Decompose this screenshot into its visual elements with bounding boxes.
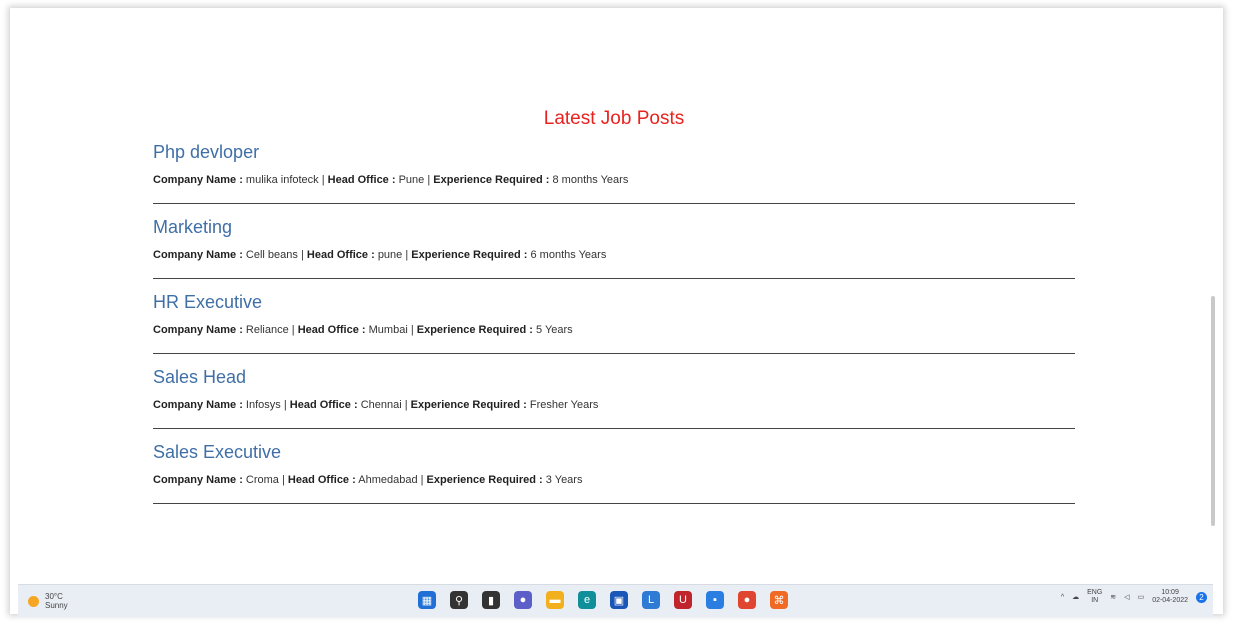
job-meta: Company Name : mulika infoteck | Head Of…: [153, 174, 629, 186]
weather-widget[interactable]: 30°C Sunny: [28, 592, 148, 610]
experience-required: 3 Years: [545, 474, 583, 486]
mcafee-icon[interactable]: U: [674, 591, 692, 609]
company-label: Company Name :: [153, 399, 243, 411]
job-title-link[interactable]: Marketing: [153, 217, 1075, 238]
clock-date: 02-04-2022: [1152, 597, 1188, 604]
search-icon[interactable]: ⚲: [450, 591, 468, 609]
experience-required: 5 Years: [535, 324, 573, 336]
head-office: pune: [377, 249, 403, 261]
job-title-link[interactable]: HR Executive: [153, 292, 1075, 313]
app-l-icon[interactable]: L: [642, 591, 660, 609]
job-post: Php devloper Company Name : mulika infot…: [153, 136, 1075, 204]
experience-required: 8 months Years: [552, 174, 629, 186]
app-blue-icon[interactable]: ▪: [706, 591, 724, 609]
head-office: Mumbai: [368, 324, 408, 336]
battery-icon[interactable]: ▭: [1138, 593, 1145, 601]
experience-label: Experience Required :: [410, 399, 527, 411]
job-meta: Company Name : Reliance | Head Office : …: [153, 324, 573, 336]
company-name: Reliance: [245, 324, 289, 336]
office-label: Head Office :: [297, 324, 366, 336]
job-post: Sales Executive Company Name : Croma | H…: [153, 436, 1075, 504]
experience-required: 6 months Years: [530, 249, 607, 261]
notification-icon[interactable]: 2: [1196, 591, 1207, 603]
head-office: Chennai: [360, 399, 402, 411]
job-post: Sales Head Company Name : Infosys | Head…: [153, 361, 1075, 429]
job-post: HR Executive Company Name : Reliance | H…: [153, 286, 1075, 354]
edge-icon[interactable]: e: [578, 591, 596, 609]
language-indicator[interactable]: ENG IN: [1087, 589, 1102, 605]
file-explorer-icon[interactable]: ▬: [546, 591, 564, 609]
xampp-icon[interactable]: ⌘: [770, 591, 788, 609]
head-office: Pune: [398, 174, 425, 186]
office-label: Head Office :: [306, 249, 375, 261]
job-title-link[interactable]: Sales Executive: [153, 442, 1075, 463]
job-title-link[interactable]: Sales Head: [153, 367, 1075, 388]
company-label: Company Name :: [153, 174, 243, 186]
chrome-icon[interactable]: ●: [738, 591, 756, 609]
office-label: Head Office :: [289, 399, 358, 411]
store-icon[interactable]: ▣: [610, 591, 628, 609]
scrollbar[interactable]: [1211, 26, 1215, 582]
company-name: mulika infoteck: [245, 174, 319, 186]
taskbar-apps: ▦ ⚲ ▮ ● ▬ e ▣ L U ▪ ● ⌘: [418, 591, 788, 609]
job-meta: Company Name : Cell beans | Head Office …: [153, 249, 607, 261]
language-code: ENG: [1087, 589, 1103, 596]
company-name: Infosys: [245, 399, 281, 411]
company-label: Company Name :: [153, 474, 243, 486]
chat-icon[interactable]: ●: [514, 591, 532, 609]
sun-icon: [28, 595, 39, 607]
experience-label: Experience Required :: [416, 324, 533, 336]
clock-time: 10:09: [1161, 589, 1179, 596]
volume-icon[interactable]: ◁: [1124, 593, 1129, 601]
head-office: Ahmedabad: [358, 474, 418, 486]
chevron-up-icon[interactable]: ^: [1061, 594, 1064, 601]
experience-required: Fresher Years: [529, 399, 599, 411]
experience-label: Experience Required :: [411, 249, 528, 261]
company-label: Company Name :: [153, 324, 243, 336]
weather-desc: Sunny: [45, 601, 68, 610]
browser-page: Latest Job Posts Php devloper Company Na…: [10, 8, 1223, 614]
clock[interactable]: 10:09 02-04-2022: [1152, 589, 1188, 605]
job-meta: Company Name : Infosys | Head Office : C…: [153, 399, 599, 411]
job-posts-section: Latest Job Posts Php devloper Company Na…: [153, 108, 1075, 511]
taskbar: 30°C Sunny ▦ ⚲ ▮ ● ▬ e ▣ L U ▪ ● ⌘ ^ ☁ ENG IN ≋ ◁ ▭…: [18, 584, 1213, 617]
company-name: Cell beans: [245, 249, 298, 261]
company-name: Croma: [245, 474, 279, 486]
experience-label: Experience Required :: [433, 174, 550, 186]
office-label: Head Office :: [287, 474, 356, 486]
experience-label: Experience Required :: [426, 474, 543, 486]
job-list: Php devloper Company Name : mulika infot…: [153, 136, 1075, 504]
office-label: Head Office :: [327, 174, 396, 186]
job-meta: Company Name : Croma | Head Office : Ahm…: [153, 474, 583, 486]
company-label: Company Name :: [153, 249, 243, 261]
region-code: IN: [1091, 597, 1099, 604]
windows-start-icon[interactable]: ▦: [418, 591, 436, 609]
system-tray: ^ ☁ ENG IN ≋ ◁ ▭ 10:09 02-04-2022 2: [1061, 589, 1207, 605]
wifi-icon[interactable]: ≋: [1110, 593, 1116, 601]
job-post: Marketing Company Name : Cell beans | He…: [153, 211, 1075, 279]
section-title: Latest Job Posts: [543, 108, 685, 129]
cloud-icon[interactable]: ☁: [1072, 593, 1079, 601]
task-view-icon[interactable]: ▮: [482, 591, 500, 609]
weather-temp: 30°C: [45, 592, 63, 601]
job-title-link[interactable]: Php devloper: [153, 142, 1075, 163]
scrollbar-thumb[interactable]: [1211, 296, 1215, 526]
